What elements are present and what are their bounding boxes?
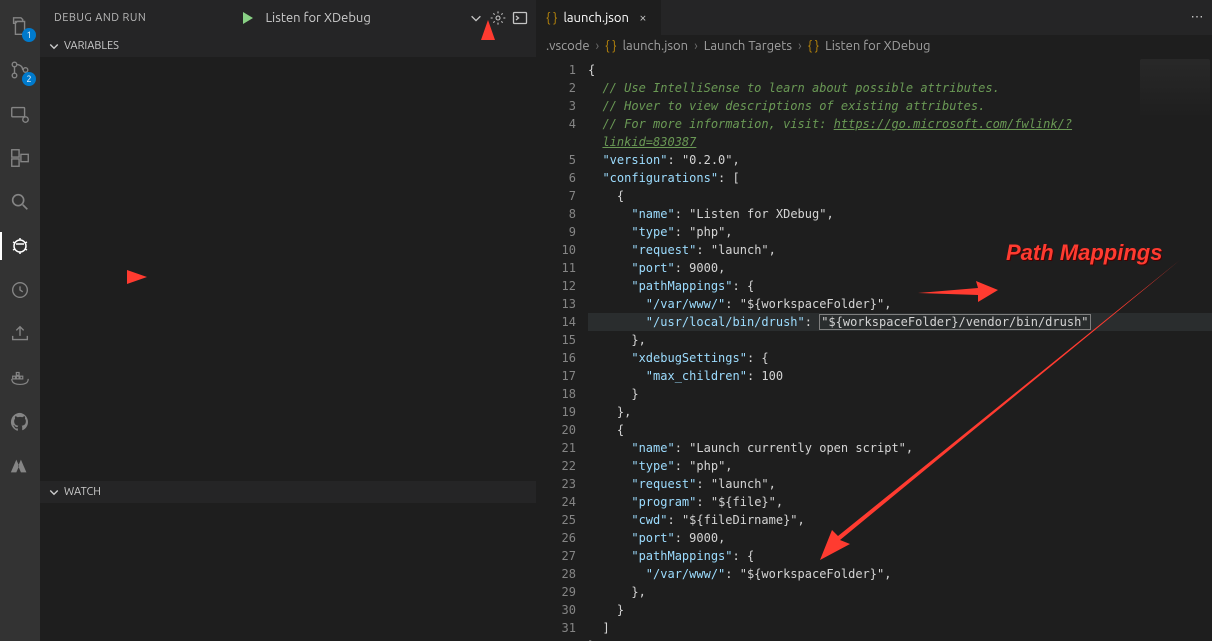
breadcrumb[interactable]: .vscode › { } launch.json › Launch Targe… [536,35,1212,57]
json-icon: { } [546,11,557,25]
watch-section-header[interactable]: WATCH [40,481,536,503]
code-editor[interactable]: 1234 56789101112131415161718192021222324… [536,57,1212,641]
variables-section-header[interactable]: VARIABLES [40,35,536,57]
explorer-badge: 1 [22,28,36,42]
extensions-icon[interactable] [0,138,40,178]
gear-icon[interactable] [490,10,506,26]
debug-config-select[interactable]: Listen for XDebug [261,9,374,27]
tab-launch-json[interactable]: { } launch.json × [536,0,662,35]
editor-overflow-button[interactable]: ⋯ [1182,0,1212,35]
activity-bar: 1 2 [0,0,40,641]
tab-bar: { } launch.json × ⋯ [536,0,1212,35]
github-icon[interactable] [0,402,40,442]
debug-side-panel: DEBUG AND RUN Listen for XDebug VARIABLE… [40,0,536,641]
json-icon: { } [605,39,616,53]
close-icon[interactable]: × [635,11,651,25]
scm-badge: 2 [22,72,36,86]
timeline-icon[interactable] [0,270,40,310]
docker-icon[interactable] [0,358,40,398]
tab-label: launch.json [563,11,628,25]
source-control-icon[interactable]: 2 [0,50,40,90]
debug-icon[interactable] [0,226,40,266]
json-icon: { } [808,39,819,53]
breadcrumb-seg[interactable]: Launch Targets [704,39,792,53]
chevron-down-icon[interactable] [468,10,484,26]
chevron-down-icon [48,40,60,52]
editor-area: { } launch.json × ⋯ .vscode › { } launch… [536,0,1212,641]
minimap[interactable] [1140,59,1210,119]
breadcrumb-seg[interactable]: .vscode [546,39,590,53]
watch-body [40,503,536,641]
debug-header: DEBUG AND RUN Listen for XDebug [40,0,536,35]
breadcrumb-seg[interactable]: launch.json [623,39,688,53]
share-icon[interactable] [0,314,40,354]
watch-label: WATCH [64,486,101,498]
explorer-icon[interactable]: 1 [0,6,40,46]
debug-config-label: Listen for XDebug [265,11,370,25]
debug-console-icon[interactable] [512,10,528,26]
remote-icon[interactable] [0,94,40,134]
breadcrumb-seg[interactable]: Listen for XDebug [825,39,930,53]
start-debug-button[interactable] [239,10,255,26]
line-gutter: 1234 56789101112131415161718192021222324… [536,57,588,641]
variables-body [40,57,536,481]
atlassian-icon[interactable] [0,446,40,486]
variables-label: VARIABLES [64,40,119,52]
code-body[interactable]: { // Use IntelliSense to learn about pos… [588,57,1212,641]
search-icon[interactable] [0,182,40,222]
debug-panel-title: DEBUG AND RUN [54,12,146,24]
chevron-down-icon [48,486,60,498]
